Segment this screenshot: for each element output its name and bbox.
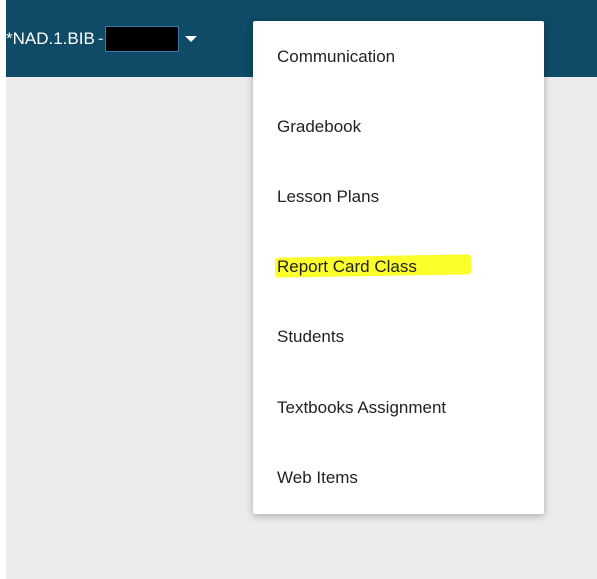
dropdown-menu: Communication Gradebook Lesson Plans Rep… bbox=[253, 21, 544, 514]
class-name-label: *NAD.1.BIB bbox=[6, 29, 95, 48]
class-separator: - bbox=[97, 29, 104, 48]
menu-item-textbooks-assignment[interactable]: Textbooks Assignment bbox=[277, 393, 446, 423]
menu-item-students[interactable]: Students bbox=[277, 322, 344, 352]
menu-item-label: Students bbox=[277, 327, 345, 346]
menu-item-communication[interactable]: Communication bbox=[277, 42, 395, 72]
menu-item-label: Textbooks Assignment bbox=[277, 398, 447, 417]
menu-item-lesson-plans[interactable]: Lesson Plans bbox=[277, 182, 379, 212]
menu-item-label: Communication bbox=[277, 47, 396, 66]
chevron-down-icon[interactable] bbox=[185, 36, 198, 42]
menu-item-label: Report Card Class bbox=[277, 257, 417, 276]
menu-item-web-items[interactable]: Web Items bbox=[277, 463, 358, 493]
menu-item-gradebook[interactable]: Gradebook bbox=[277, 112, 361, 142]
menu-item-label: Lesson Plans bbox=[277, 187, 380, 206]
class-selector-dropdown[interactable]: *NAD.1.BIB - bbox=[6, 24, 198, 54]
redacted-box bbox=[105, 26, 180, 52]
menu-item-label: Web Items bbox=[277, 468, 358, 487]
page: *NAD.1.BIB - Communication Gradebook Les… bbox=[0, 0, 597, 579]
menu-item-report-card-class[interactable]: Report Card Class bbox=[274, 252, 472, 282]
menu-item-label: Gradebook bbox=[277, 117, 362, 136]
